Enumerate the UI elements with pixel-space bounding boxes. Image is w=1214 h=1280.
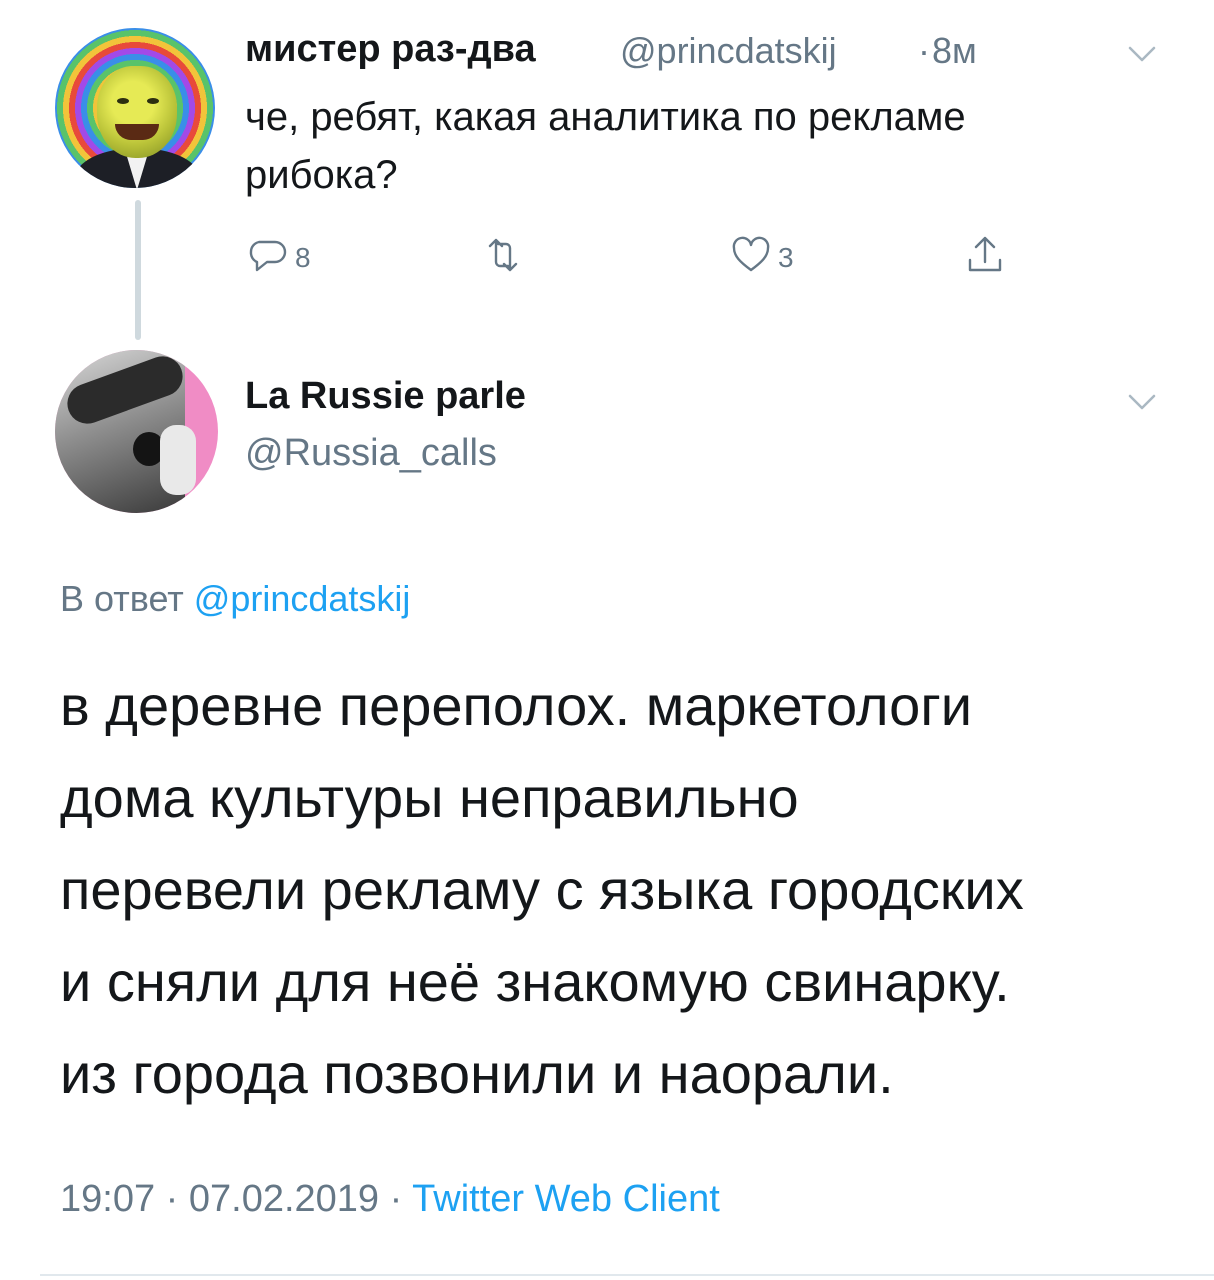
reply-button[interactable]: 8: [245, 232, 311, 283]
parent-time-ago[interactable]: 8м: [932, 30, 977, 72]
parent-author-avatar[interactable]: [55, 28, 215, 188]
main-author-avatar[interactable]: [55, 350, 218, 513]
like-count: 3: [778, 241, 794, 273]
main-tweet-line: дома культуры неправильно: [60, 766, 799, 829]
reply-to-mention-link[interactable]: @princdatskij: [194, 578, 411, 619]
meta-separator: ·: [389, 1178, 403, 1220]
heart-icon: [728, 232, 774, 283]
retweet-icon: [480, 232, 526, 283]
main-author-name[interactable]: La Russie parle: [245, 375, 526, 418]
like-button[interactable]: 3: [728, 232, 794, 283]
reply-to-prefix: В ответ: [60, 578, 184, 619]
main-tweet-line: перевели рекламу с языка городских: [60, 858, 1024, 921]
share-icon: [962, 232, 1008, 283]
reply-count: 8: [295, 241, 311, 273]
parent-time-separator: ·: [918, 30, 930, 71]
reply-icon: [245, 232, 291, 283]
main-tweet-line: и сняли для неё знакомую свинарку.: [60, 950, 1010, 1013]
tweet-source-link[interactable]: Twitter Web Client: [412, 1178, 720, 1220]
thread-connector-line: [135, 200, 141, 340]
main-tweet-line: в деревне переполох. маркетологи: [60, 674, 973, 737]
tweet-time[interactable]: 19:07: [60, 1178, 155, 1220]
main-tweet-text: в деревне переполох. маркетологи дома ку…: [60, 660, 1170, 1120]
main-author-handle[interactable]: @Russia_calls: [245, 432, 497, 475]
parent-author-handle[interactable]: @princdatskij: [620, 30, 837, 72]
chevron-down-icon[interactable]: [1122, 34, 1162, 74]
parent-tweet-text: че, ребят, какая аналитика по рекламе ри…: [245, 88, 1145, 204]
meta-separator: ·: [165, 1178, 179, 1220]
tweet-meta: 19:07 · 07.02.2019 · Twitter Web Client: [60, 1178, 720, 1221]
tweet-date[interactable]: 07.02.2019: [189, 1178, 379, 1220]
parent-tweet-line: рибока?: [245, 153, 398, 197]
parent-tweet-line: че, ребят, какая аналитика по рекламе: [245, 95, 966, 139]
share-button[interactable]: [962, 232, 1008, 283]
divider: [40, 1274, 1214, 1276]
retweet-button[interactable]: [480, 232, 530, 283]
chevron-down-icon[interactable]: [1122, 382, 1162, 422]
main-tweet-line: из города позвонили и наорали.: [60, 1042, 894, 1105]
reply-to-line: В ответ @princdatskij: [60, 578, 410, 620]
parent-author-name[interactable]: мистер раз-два: [245, 28, 536, 71]
